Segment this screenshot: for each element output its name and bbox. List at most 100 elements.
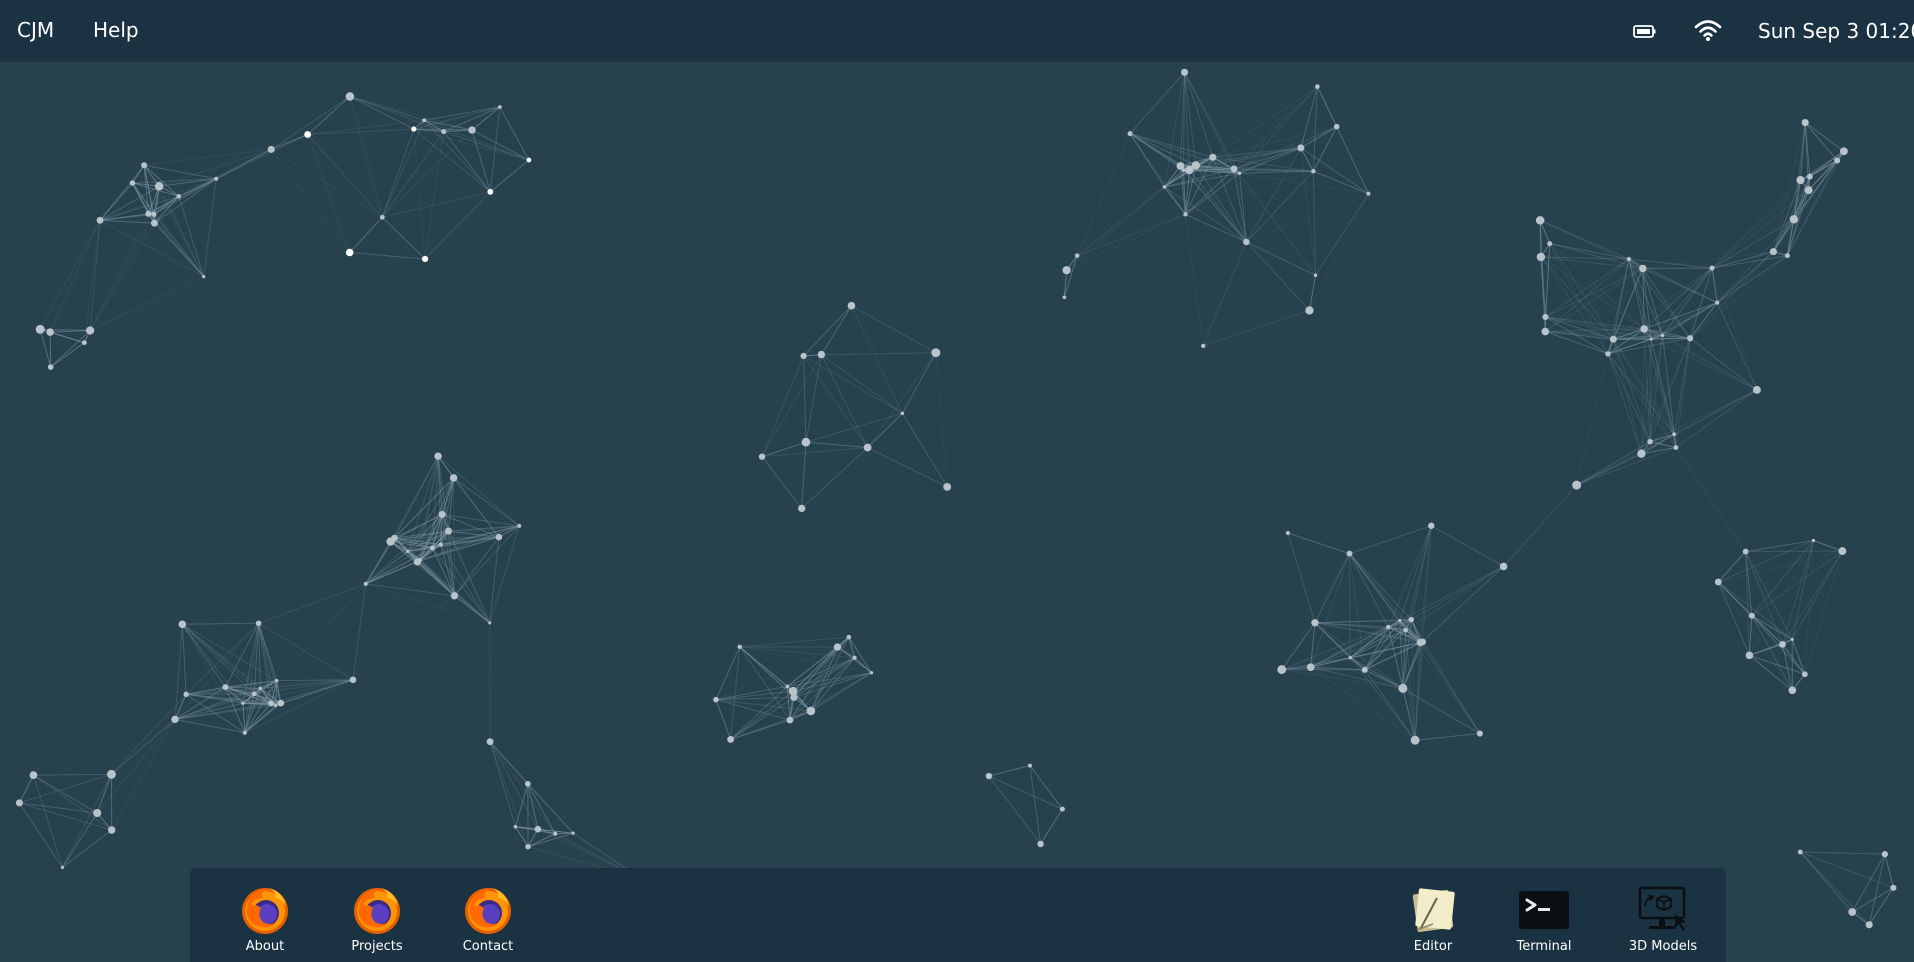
dock-item-contact[interactable]: Contact xyxy=(440,884,536,954)
network-node xyxy=(441,129,447,135)
network-node xyxy=(129,180,136,186)
network-node xyxy=(1536,252,1546,262)
network-link xyxy=(1349,657,1404,689)
desktop[interactable]: CJM Help Sun Sep 3 01:20 About Projects … xyxy=(0,0,1914,962)
network-link xyxy=(49,331,85,344)
network-link xyxy=(1717,581,1793,640)
network-node xyxy=(1709,265,1715,271)
dock-item-about[interactable]: About xyxy=(217,884,313,954)
network-link xyxy=(413,128,530,161)
network-node xyxy=(847,301,856,310)
network-link xyxy=(307,96,351,135)
network-node xyxy=(1237,171,1242,175)
network-node xyxy=(1361,666,1368,673)
dock-item-terminal[interactable]: Terminal xyxy=(1496,884,1592,954)
network-link xyxy=(1800,851,1894,889)
network-link xyxy=(50,330,91,368)
network-node xyxy=(1660,333,1665,338)
network-node xyxy=(1797,849,1803,855)
network-link xyxy=(761,355,805,457)
network-node xyxy=(1346,550,1353,557)
network-node xyxy=(1609,335,1617,343)
network-link xyxy=(381,128,415,218)
network-node xyxy=(788,686,798,696)
network-node xyxy=(1305,306,1314,315)
network-link xyxy=(352,561,418,681)
network-link xyxy=(1287,532,1316,623)
network-link xyxy=(803,355,903,414)
network-node xyxy=(1333,123,1340,130)
network-node xyxy=(869,671,874,675)
network-link xyxy=(49,332,52,368)
network-node xyxy=(1839,147,1848,156)
network-node xyxy=(487,188,494,195)
network-node xyxy=(1311,169,1316,174)
network-node xyxy=(833,643,842,651)
network-link xyxy=(270,149,351,253)
network-node xyxy=(1779,640,1786,648)
wifi-icon[interactable] xyxy=(1693,17,1723,43)
network-link xyxy=(111,719,176,831)
clock[interactable]: Sun Sep 3 01:20 xyxy=(1758,19,1914,43)
network-node xyxy=(1789,215,1799,224)
network-node xyxy=(1408,616,1415,623)
network-node xyxy=(1230,165,1238,173)
network-link xyxy=(715,699,732,740)
network-link xyxy=(803,355,807,443)
network-link xyxy=(1076,133,1131,256)
network-node xyxy=(35,324,45,334)
network-link xyxy=(489,741,529,785)
network-node xyxy=(438,542,443,547)
network-node xyxy=(178,620,187,629)
network-node xyxy=(251,691,257,697)
network-node xyxy=(450,592,459,600)
network-link xyxy=(801,447,868,509)
network-link xyxy=(270,148,383,218)
network-link xyxy=(1717,581,1750,656)
dock-item-3d-models[interactable]: 3D Models xyxy=(1615,884,1711,954)
network-link xyxy=(144,148,272,166)
network-node xyxy=(1297,144,1305,152)
network-node xyxy=(1796,176,1805,185)
network-link xyxy=(801,442,807,509)
network-node xyxy=(46,328,54,336)
network-link xyxy=(1422,566,1504,643)
network-node xyxy=(81,340,87,346)
network-node xyxy=(1838,547,1847,556)
network-node xyxy=(737,644,742,650)
network-link xyxy=(62,829,113,868)
network-link xyxy=(144,164,217,180)
network-link xyxy=(1745,540,1814,553)
network-node xyxy=(1127,131,1133,137)
network-node xyxy=(1605,351,1611,357)
network-link xyxy=(1415,733,1480,741)
network-link xyxy=(1310,666,1416,741)
dock-item-editor[interactable]: Editor xyxy=(1385,884,1481,954)
network-link xyxy=(1576,441,1651,486)
network-node xyxy=(29,771,38,779)
network-node xyxy=(171,715,179,724)
network-node xyxy=(1626,256,1631,262)
network-node xyxy=(1686,335,1694,342)
network-node xyxy=(268,700,275,707)
firefox-icon xyxy=(465,888,511,934)
network-node xyxy=(526,157,532,163)
network-link xyxy=(182,622,259,625)
network-link xyxy=(1868,854,1886,925)
network-node xyxy=(434,452,442,460)
menu-brand[interactable]: CJM xyxy=(17,18,54,42)
network-node xyxy=(406,549,410,553)
network-link xyxy=(1804,122,1845,152)
dock-label: Projects xyxy=(351,939,403,954)
network-link xyxy=(413,129,426,260)
network-link xyxy=(803,305,852,357)
battery-icon[interactable] xyxy=(1633,21,1657,41)
network-link xyxy=(739,646,791,721)
dock-item-projects[interactable]: Projects xyxy=(329,884,425,954)
network-link xyxy=(1804,550,1843,675)
network-node xyxy=(60,865,65,869)
network-link xyxy=(1800,851,1885,855)
dock-label: Contact xyxy=(462,939,514,954)
network-link xyxy=(1612,339,1651,442)
menu-help[interactable]: Help xyxy=(93,18,139,42)
